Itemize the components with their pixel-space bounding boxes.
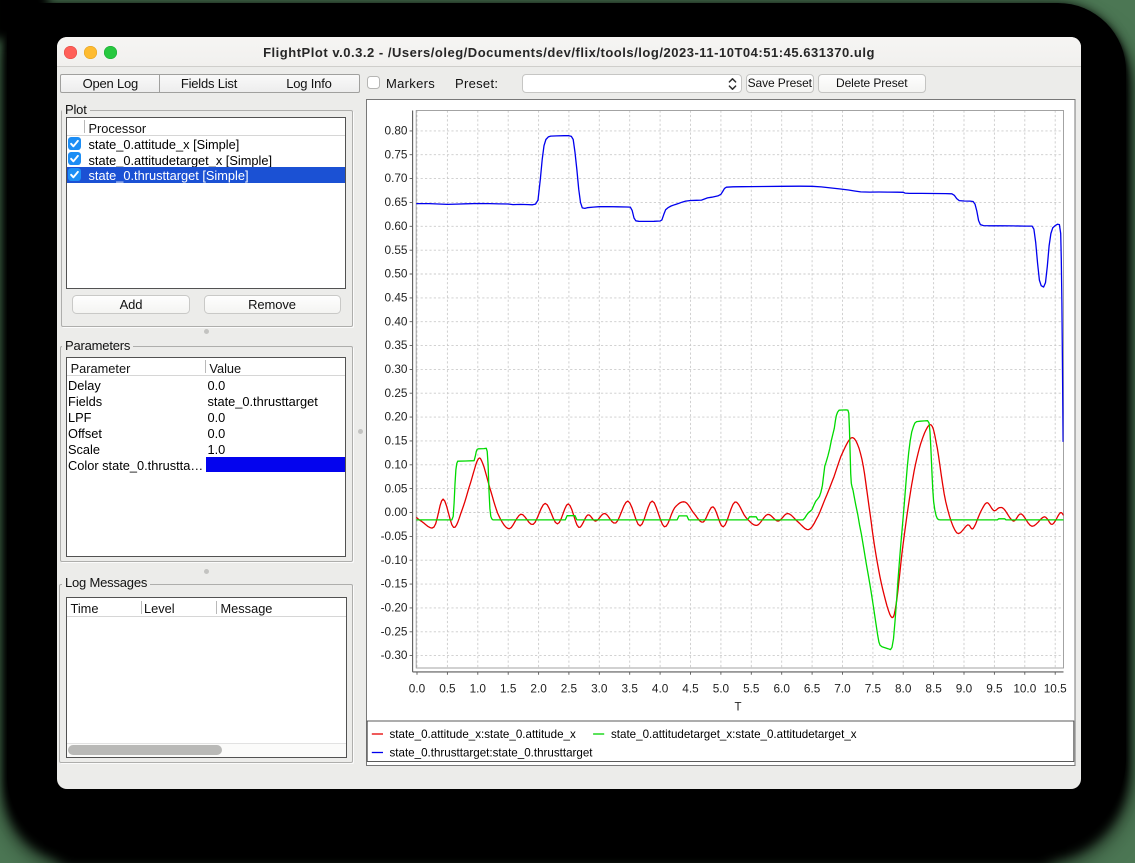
svg-text:10.5: 10.5: [1044, 681, 1067, 695]
svg-text:0.75: 0.75: [385, 147, 408, 161]
svg-text:state_0.attitudetarget_x:state: state_0.attitudetarget_x:state_0.attitud…: [611, 728, 857, 741]
svg-text:4.0: 4.0: [652, 681, 669, 695]
svg-text:0.60: 0.60: [385, 218, 408, 232]
svg-text:1.0: 1.0: [470, 681, 487, 695]
svg-text:3.0: 3.0: [591, 681, 608, 695]
svg-text:6.5: 6.5: [804, 681, 821, 695]
svg-text:6.0: 6.0: [773, 681, 790, 695]
svg-text:9.0: 9.0: [956, 681, 973, 695]
svg-text:5.5: 5.5: [743, 681, 760, 695]
svg-text:-0.15: -0.15: [381, 576, 408, 590]
svg-text:2.0: 2.0: [530, 681, 547, 695]
svg-text:3.5: 3.5: [621, 681, 638, 695]
svg-text:0.30: 0.30: [385, 362, 408, 376]
svg-text:9.5: 9.5: [986, 681, 1003, 695]
svg-text:5.0: 5.0: [713, 681, 730, 695]
svg-text:7.0: 7.0: [834, 681, 851, 695]
svg-text:-0.10: -0.10: [381, 552, 408, 566]
svg-text:0.70: 0.70: [385, 171, 408, 185]
svg-text:-0.05: -0.05: [381, 529, 408, 543]
svg-text:0.25: 0.25: [385, 385, 408, 399]
svg-text:0.0: 0.0: [409, 681, 426, 695]
svg-text:0.5: 0.5: [439, 681, 456, 695]
svg-text:0.15: 0.15: [385, 433, 408, 447]
svg-text:0.80: 0.80: [385, 123, 408, 137]
svg-text:10.0: 10.0: [1013, 681, 1036, 695]
svg-text:8.5: 8.5: [925, 681, 942, 695]
svg-text:0.35: 0.35: [385, 338, 408, 352]
svg-text:T: T: [734, 701, 741, 713]
svg-text:2.5: 2.5: [561, 681, 578, 695]
svg-text:0.40: 0.40: [385, 314, 408, 328]
svg-text:0.00: 0.00: [385, 505, 408, 519]
svg-text:0.10: 0.10: [385, 457, 408, 471]
svg-text:7.5: 7.5: [865, 681, 882, 695]
svg-text:-0.30: -0.30: [381, 648, 408, 662]
svg-text:state_0.attitude_x:state_0.att: state_0.attitude_x:state_0.attitude_x: [390, 728, 576, 741]
svg-text:0.05: 0.05: [385, 481, 408, 495]
svg-text:-0.20: -0.20: [381, 600, 408, 614]
svg-text:1.5: 1.5: [500, 681, 517, 695]
svg-text:8.0: 8.0: [895, 681, 912, 695]
svg-text:0.55: 0.55: [385, 242, 408, 256]
svg-text:0.50: 0.50: [385, 266, 408, 280]
svg-text:-0.25: -0.25: [381, 624, 408, 638]
svg-text:0.65: 0.65: [385, 195, 408, 209]
svg-text:4.5: 4.5: [682, 681, 699, 695]
svg-text:0.20: 0.20: [385, 409, 408, 423]
svg-text:0.45: 0.45: [385, 290, 408, 304]
svg-text:state_0.thrusttarget:state_0.t: state_0.thrusttarget:state_0.thrusttarge…: [390, 746, 594, 759]
